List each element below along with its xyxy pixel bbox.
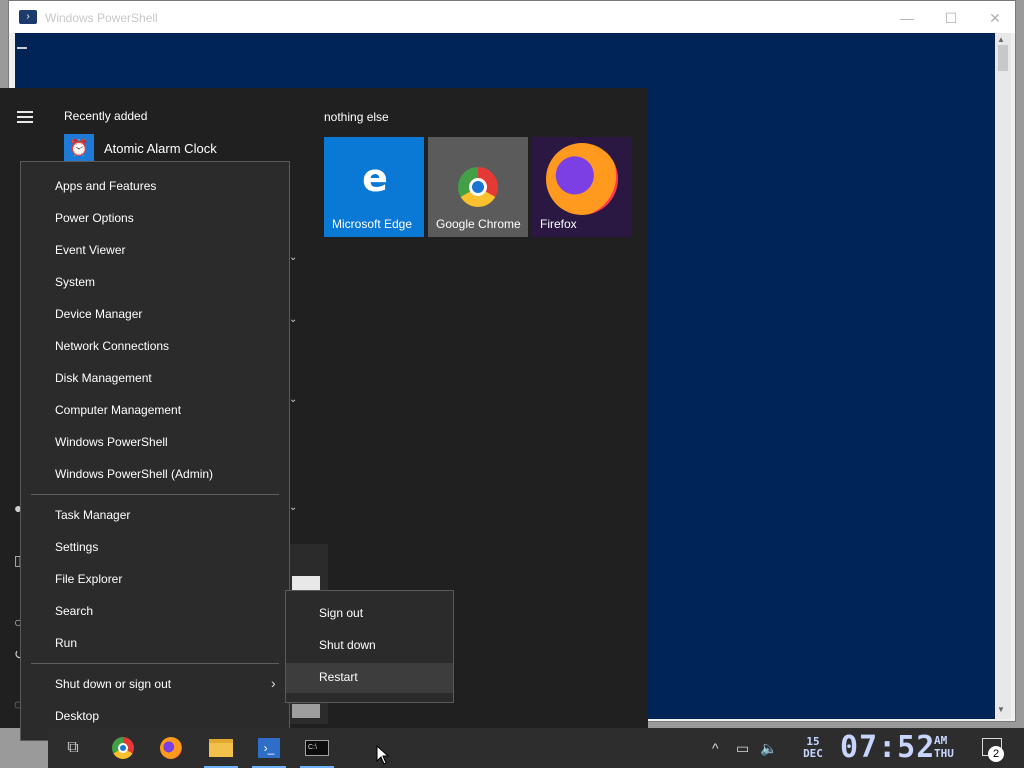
chevron-down-icon[interactable]: ⌄: [289, 502, 297, 513]
start-side-item: [292, 704, 320, 718]
tile-label: Google Chrome: [436, 217, 521, 231]
menu-item-disk-management[interactable]: Disk Management: [55, 368, 152, 388]
menu-item-network-connections[interactable]: Network Connections: [55, 336, 169, 356]
menu-item-search[interactable]: Search: [55, 601, 93, 621]
clock-time[interactable]: 07:52: [840, 732, 935, 764]
alarm-clock-icon: ⏰: [64, 134, 94, 162]
menu-item-computer-management[interactable]: Computer Management: [55, 400, 181, 420]
mouse-pointer-icon: [376, 745, 390, 765]
minimize-button[interactable]: —: [887, 7, 927, 29]
console-scrollbar[interactable]: ▲ ▼: [995, 33, 1011, 719]
menu-item-system[interactable]: System: [55, 272, 95, 292]
tile-label: Microsoft Edge: [332, 217, 413, 231]
app-list-item-label: Atomic Alarm Clock: [104, 140, 217, 156]
chevron-down-icon[interactable]: ⌄: [289, 394, 297, 405]
menu-item-restart[interactable]: Restart: [286, 663, 453, 693]
scroll-up-icon[interactable]: ▲: [997, 35, 1005, 44]
chevron-up-icon[interactable]: ^: [712, 728, 719, 768]
menu-item-shut-down-or-sign-out[interactable]: Shut down or sign out: [55, 674, 171, 694]
clock-ampm: AM THU: [934, 734, 954, 760]
clock-weekday: THU: [934, 747, 954, 760]
chrome-icon: [112, 737, 134, 759]
firefox-icon: [546, 143, 618, 215]
taskbar-cmd-button[interactable]: C:\: [294, 728, 340, 768]
menu-item-windows-powershell[interactable]: Windows PowerShell: [55, 432, 168, 452]
menu-item-file-explorer[interactable]: File Explorer: [55, 569, 122, 589]
taskbar: ⧉ ›_ C:\ ^ ▭ 🔈 15 DEC 07:52 AM THU 2: [48, 728, 1024, 768]
hamburger-menu-icon[interactable]: [17, 111, 33, 123]
menu-item-windows-powershell-admin[interactable]: Windows PowerShell (Admin): [55, 464, 213, 484]
start-side-item: [292, 576, 320, 590]
window-title: Windows PowerShell: [45, 11, 158, 25]
tile-group-title[interactable]: nothing else: [324, 110, 389, 124]
chrome-icon: [458, 167, 498, 207]
menu-item-label: Shut down: [319, 638, 376, 652]
menu-item-device-manager[interactable]: Device Manager: [55, 304, 142, 324]
menu-item-shut-down[interactable]: Shut down: [286, 631, 453, 661]
powershell-icon: ›_: [258, 738, 280, 758]
menu-item-run[interactable]: Run: [55, 633, 77, 653]
shutdown-submenu: Sign out Shut down Restart: [285, 590, 454, 703]
powershell-icon: ›: [19, 10, 37, 24]
chevron-down-icon[interactable]: ⌄: [289, 252, 297, 263]
tile-microsoft-edge[interactable]: e Microsoft Edge: [324, 137, 424, 237]
taskbar-file-explorer-button[interactable]: [198, 728, 244, 768]
clock-date[interactable]: 15 DEC: [796, 736, 830, 760]
menu-item-power-options[interactable]: Power Options: [55, 208, 134, 228]
winx-context-menu: Apps and Features Power Options Event Vi…: [20, 161, 290, 741]
cmd-icon: C:\: [305, 740, 329, 756]
taskbar-powershell-button[interactable]: ›_: [246, 728, 292, 768]
menu-item-task-manager[interactable]: Task Manager: [55, 505, 130, 525]
text-cursor: [17, 47, 27, 49]
task-view-button[interactable]: ⧉: [50, 728, 96, 768]
tile-firefox[interactable]: Firefox: [532, 137, 632, 237]
firefox-icon: [160, 737, 182, 759]
menu-item-sign-out[interactable]: Sign out: [286, 599, 453, 629]
maximize-button[interactable]: ☐: [931, 7, 971, 29]
chevron-right-icon: ›: [271, 675, 276, 691]
menu-item-event-viewer[interactable]: Event Viewer: [55, 240, 125, 260]
chevron-down-icon[interactable]: ⌄: [289, 314, 297, 325]
volume-icon[interactable]: 🔈: [760, 728, 777, 768]
taskbar-chrome-button[interactable]: [100, 728, 146, 768]
menu-separator: [31, 494, 279, 495]
network-icon[interactable]: ▭: [736, 728, 749, 768]
scroll-down-icon[interactable]: ▼: [997, 705, 1005, 714]
scrollbar-thumb[interactable]: [998, 45, 1008, 71]
menu-item-desktop[interactable]: Desktop: [55, 706, 99, 726]
close-button[interactable]: ✕: [975, 7, 1015, 29]
tile-google-chrome[interactable]: Google Chrome: [428, 137, 528, 237]
menu-item-settings[interactable]: Settings: [55, 537, 98, 557]
clock-meridiem: AM: [934, 734, 948, 747]
notification-count-badge: 2: [988, 746, 1004, 762]
clock-month: DEC: [803, 747, 823, 760]
recently-added-header: Recently added: [64, 109, 148, 123]
powershell-titlebar[interactable]: › Windows PowerShell — ☐ ✕: [9, 1, 1015, 33]
tile-label: Firefox: [540, 217, 577, 231]
taskbar-firefox-button[interactable]: [148, 728, 194, 768]
menu-item-apps-and-features[interactable]: Apps and Features: [55, 176, 156, 196]
menu-item-label: Restart: [319, 670, 358, 684]
task-view-icon: ⧉: [67, 739, 79, 756]
menu-separator: [31, 663, 279, 664]
folder-icon: [209, 739, 233, 757]
edge-icon: e: [362, 156, 388, 200]
app-list-item[interactable]: ⏰ Atomic Alarm Clock: [64, 134, 217, 162]
menu-item-label: Sign out: [319, 606, 364, 620]
